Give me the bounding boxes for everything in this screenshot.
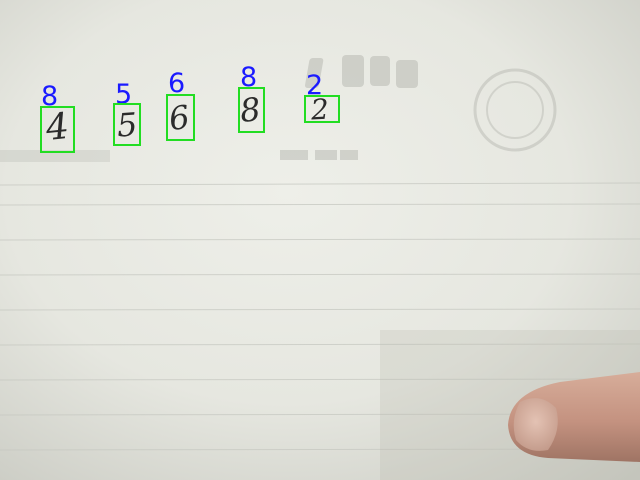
handwritten-digit: 8: [238, 90, 263, 130]
handwritten-digit: 5: [115, 105, 139, 145]
predicted-digit-label: 6: [168, 68, 186, 99]
handwritten-digit: 6: [166, 97, 192, 139]
handwritten-digit: 4: [43, 105, 71, 150]
handwritten-digit: 2: [310, 92, 330, 127]
